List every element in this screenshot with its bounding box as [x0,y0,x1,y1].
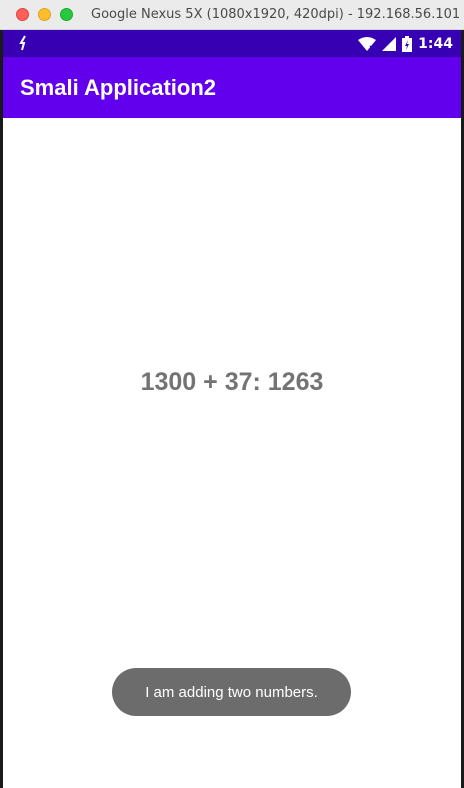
close-window-button[interactable] [16,8,29,21]
battery-icon [402,36,413,52]
main-content: 1300 + 37: 1263 I am adding two numbers. [3,118,461,788]
window-title-bar: Google Nexus 5X (1080x1920, 420dpi) - 19… [0,0,464,30]
app-bar: Smali Application2 [3,57,461,118]
minimize-window-button[interactable] [38,8,51,21]
toast: I am adding two numbers. [112,668,351,716]
status-time: 1:44 [418,36,453,52]
toast-message: I am adding two numbers. [145,683,318,701]
status-bar: 1:44 [3,30,461,57]
signal-icon [382,37,397,51]
result-text: 1300 + 37: 1263 [140,368,324,396]
sync-icon [19,35,26,51]
wifi-icon [358,37,377,51]
window-title: Google Nexus 5X (1080x1920, 420dpi) - 19… [91,7,464,22]
app-title: Smali Application2 [20,75,217,100]
maximize-window-button[interactable] [60,8,73,21]
status-icons: 1:44 [358,34,453,54]
